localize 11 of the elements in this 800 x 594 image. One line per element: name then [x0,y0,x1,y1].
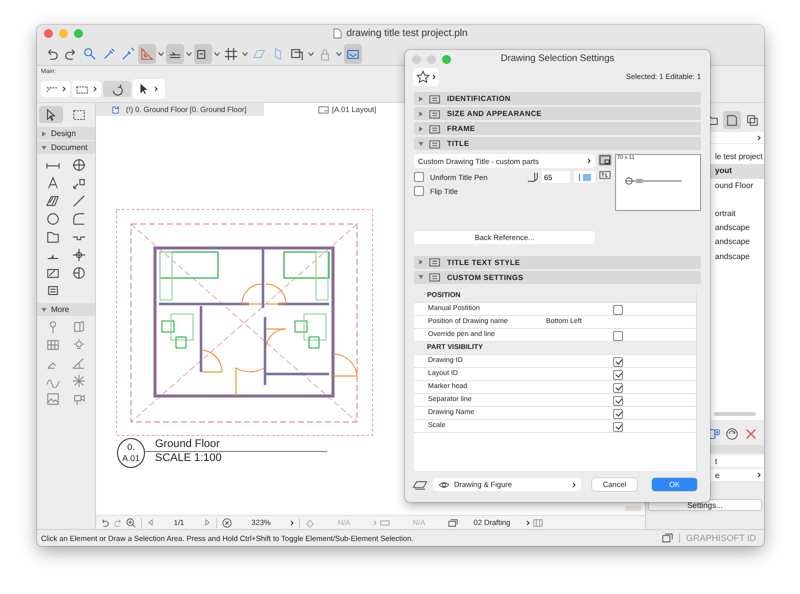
dialog-title: Drawing Selection Settings [500,53,614,64]
property-field[interactable]: t [715,456,718,466]
drawing-scale: SCALE 1:100 [154,452,223,465]
drawing-id: 0. [127,442,135,453]
layout-id: A.01 [122,453,140,464]
window-title: drawing title test project.pln [346,28,468,39]
toolbox-group-header[interactable]: More [37,303,95,316]
toolbox-group-header[interactable]: Document [37,141,95,154]
drawing-name: Ground Floor [145,438,327,452]
property-dropdown[interactable]: e [715,470,720,480]
toolbox-group-header[interactable]: Design [37,127,95,140]
